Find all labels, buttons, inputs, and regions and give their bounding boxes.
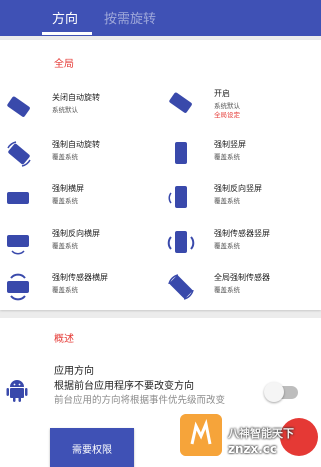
option-title: 强制传感器竖屏 — [214, 229, 270, 238]
global-orientation-card — [0, 40, 321, 310]
app-direction-description: 根据前台应用程序不要改变方向 — [54, 381, 194, 392]
phone-landscape-reverse-icon — [4, 228, 34, 258]
option-enable[interactable]: 开启 系统默认 全局设定 — [166, 88, 316, 122]
tab-direction[interactable]: 方向 — [52, 8, 78, 27]
option-force-landscape[interactable]: 强制横屏 覆盖系统 — [4, 183, 154, 217]
phone-portrait-icon — [166, 139, 196, 169]
option-subtitle: 覆盖系统 — [214, 286, 240, 294]
watermark-text: 八神智能天下 — [228, 427, 294, 440]
option-title: 强制反向横屏 — [52, 229, 100, 238]
section-title-overview: 概述 — [54, 334, 74, 345]
option-force-reverse-portrait[interactable]: 强制反向竖屏 覆盖系统 — [166, 183, 316, 217]
request-permission-button[interactable]: 需要权限 — [50, 428, 134, 467]
option-subtitle: 覆盖系统 — [52, 197, 78, 205]
option-title: 开启 — [214, 89, 230, 98]
option-global-setting-label: 全局设定 — [214, 111, 240, 119]
phone-sensor-icon — [166, 272, 196, 302]
option-subtitle: 覆盖系统 — [52, 286, 78, 294]
option-title: 强制竖屏 — [214, 140, 246, 149]
option-force-auto-rotate[interactable]: 强制自动旋转 覆盖系统 — [4, 139, 154, 173]
section-title-global: 全局 — [54, 59, 74, 70]
option-force-sensor-landscape[interactable]: 强制传感器横屏 覆盖系统 — [4, 272, 154, 306]
option-title: 全局强制传感器 — [214, 273, 270, 282]
phone-tilted-icon — [4, 92, 34, 122]
watermark-url: znzx.cc — [228, 442, 278, 456]
watermark-logo-icon — [180, 414, 222, 456]
option-force-reverse-landscape[interactable]: 强制反向横屏 覆盖系统 — [4, 228, 154, 262]
phone-portrait-reverse-icon — [166, 183, 196, 213]
option-subtitle: 系统默认 — [52, 106, 78, 114]
option-subtitle: 覆盖系统 — [214, 153, 240, 161]
tab-on-demand-rotation[interactable]: 按需旋转 — [104, 8, 156, 27]
phone-tilted-icon — [166, 88, 196, 118]
android-icon — [6, 380, 28, 402]
app-direction-note: 前台应用的方向将根据事件优先级而改变 — [54, 395, 226, 406]
tab-indicator — [42, 32, 92, 35]
option-title: 强制传感器横屏 — [52, 273, 108, 282]
watermark: 八神智能天下 znzx.cc — [180, 414, 321, 467]
option-subtitle: 覆盖系统 — [214, 242, 240, 250]
option-title: 关闭自动旋转 — [52, 93, 100, 102]
option-title: 强制横屏 — [52, 184, 84, 193]
toggle-thumb[interactable] — [264, 382, 284, 402]
phone-landscape-sensor-icon — [4, 272, 34, 302]
option-global-force-sensor[interactable]: 全局强制传感器 覆盖系统 — [166, 272, 316, 306]
phone-auto-rotate-icon — [4, 139, 34, 169]
option-title: 强制反向竖屏 — [214, 184, 262, 193]
app-direction-title: 应用方向 — [54, 366, 94, 377]
phone-portrait-sensor-icon — [166, 228, 196, 258]
option-force-sensor-portrait[interactable]: 强制传感器竖屏 覆盖系统 — [166, 228, 316, 262]
option-disable-auto-rotate[interactable]: 关闭自动旋转 系统默认 — [4, 92, 154, 126]
option-title: 强制自动旋转 — [52, 140, 100, 149]
option-subtitle: 覆盖系统 — [214, 197, 240, 205]
option-subtitle: 覆盖系统 — [52, 153, 78, 161]
top-app-bar: 方向 按需旋转 — [0, 0, 321, 36]
phone-landscape-icon — [4, 183, 34, 213]
option-force-portrait[interactable]: 强制竖屏 覆盖系统 — [166, 139, 316, 173]
option-subtitle: 覆盖系统 — [52, 242, 78, 250]
